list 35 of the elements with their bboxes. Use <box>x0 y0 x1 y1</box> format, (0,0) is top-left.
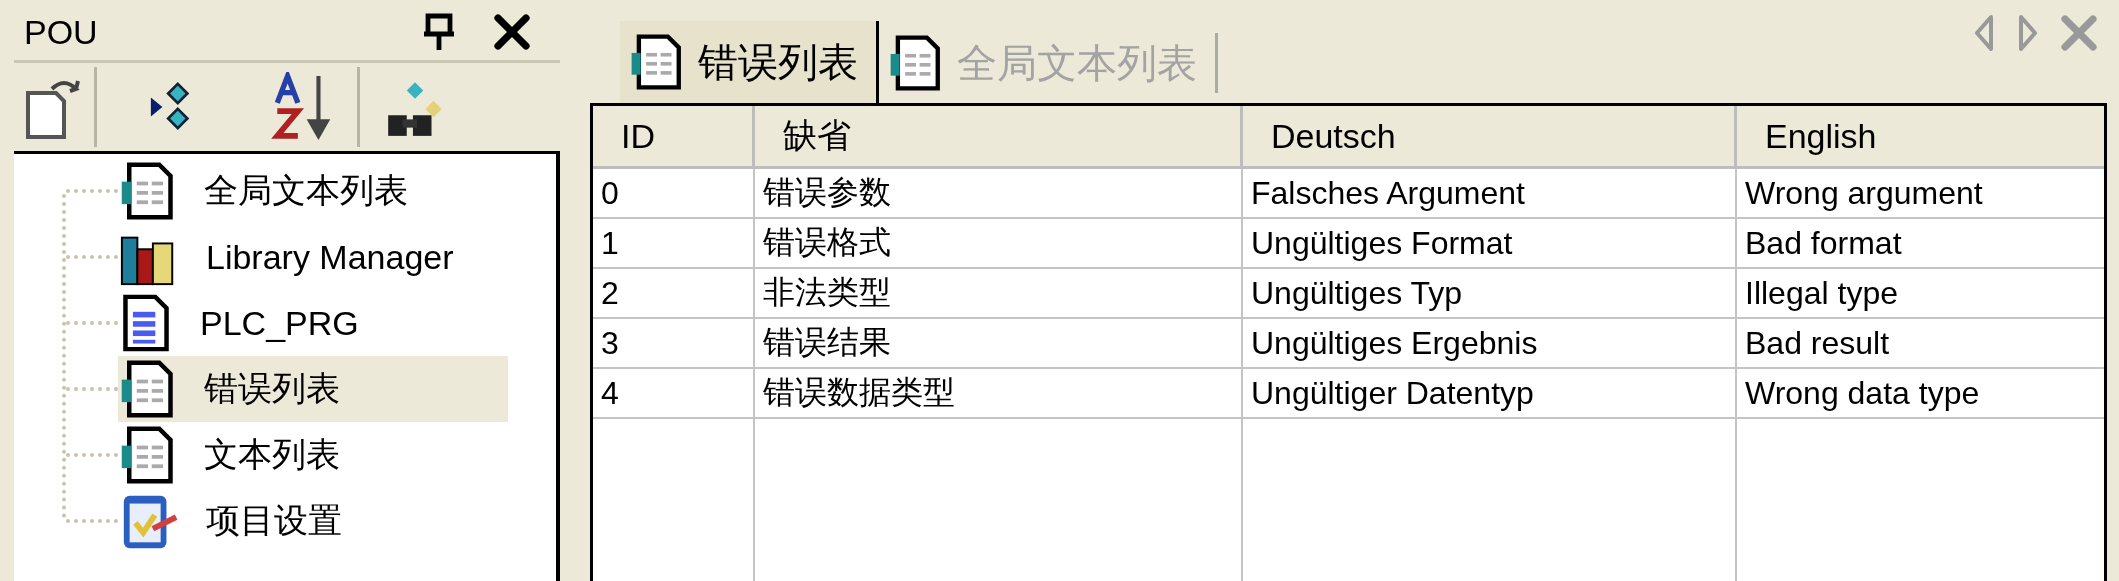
tree-item[interactable]: PLC_PRG <box>118 290 508 356</box>
pin-icon[interactable] <box>424 12 454 52</box>
table-cell: 0 <box>593 169 755 219</box>
table-cell: Wrong data type <box>1737 369 2104 419</box>
table-cell: Ungültiges Format <box>1243 219 1737 269</box>
table-cell: 错误数据类型 <box>755 369 1243 419</box>
tree-item[interactable]: 错误列表 <box>118 356 508 422</box>
close-icon[interactable] <box>494 14 530 50</box>
table-cell: 3 <box>593 319 755 369</box>
table-cell: Wrong argument <box>1737 169 2104 219</box>
table-cell: Illegal type <box>1737 269 2104 319</box>
tree-item[interactable]: 全局文本列表 <box>118 158 508 224</box>
tree-item[interactable]: 文本列表 <box>118 422 508 488</box>
table-cell: 2 <box>593 269 755 319</box>
column-header[interactable]: Deutsch <box>1243 106 1737 169</box>
table-cell: Bad format <box>1737 219 2104 269</box>
table-cell: 错误参数 <box>755 169 1243 219</box>
panel-title: POU <box>24 12 99 52</box>
table-cell: 错误结果 <box>755 319 1243 369</box>
table-cell: 1 <box>593 219 755 269</box>
table-cell: Ungültiges Ergebnis <box>1243 319 1737 369</box>
column-header[interactable]: English <box>1737 106 2104 169</box>
editor-tab[interactable]: 错误列表 <box>620 21 879 103</box>
table-cell: Falsches Argument <box>1243 169 1737 219</box>
tree-item[interactable]: 项目设置 <box>118 488 508 554</box>
column-header[interactable]: 缺省 <box>755 106 1243 169</box>
column-header[interactable]: ID <box>593 106 755 169</box>
table-cell: 4 <box>593 369 755 419</box>
table-cell: 错误格式 <box>755 219 1243 269</box>
table-cell: Ungültiger Datentyp <box>1243 369 1737 419</box>
table-cell: Ungültiges Typ <box>1243 269 1737 319</box>
sort-az-icon <box>271 72 333 142</box>
tree-item[interactable]: Library Manager <box>118 224 508 290</box>
table-cell: Bad result <box>1737 319 2104 369</box>
table-cell: 非法类型 <box>755 269 1243 319</box>
